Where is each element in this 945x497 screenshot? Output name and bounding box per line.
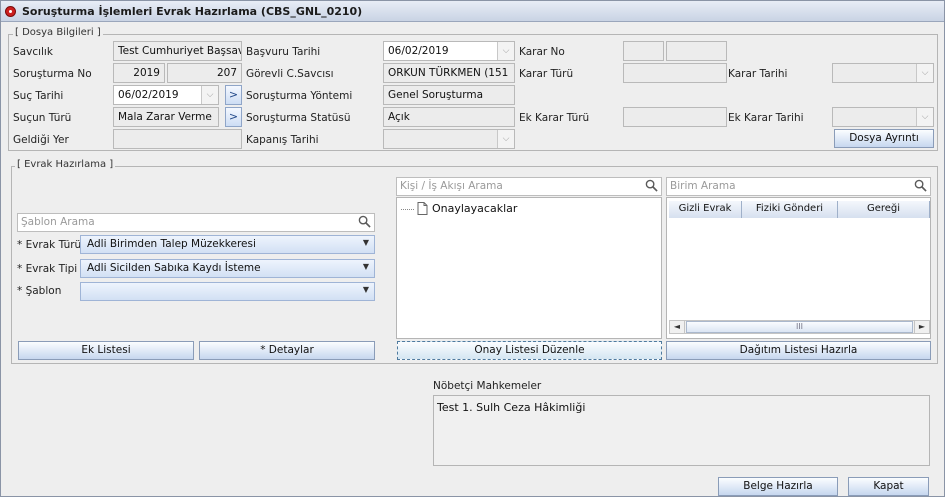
sucun-turu-field[interactable]: Mala Zarar Verme [113,107,219,127]
onay-tree-panel[interactable]: Onaylayacaklar [396,197,662,339]
sucun-turu-label: Suçun Türü [13,112,72,124]
sablon-combo[interactable]: ▼ [80,282,375,301]
ek-karar-tarihi-combo[interactable]: ⌵ [832,107,934,127]
ek-karar-turu-label: Ek Karar Türü [519,112,590,124]
tree-node-label: Onaylayacaklar [432,202,518,215]
belge-hazirla-button[interactable]: Belge Hazırla [718,477,838,496]
scroll-right-icon[interactable]: ► [914,321,929,333]
column-header-geregi[interactable]: Gereği [838,201,930,218]
onay-listesi-duzenle-button[interactable]: Onay Listesi Düzenle [397,341,662,360]
birim-arama-placeholder: Birim Arama [670,180,736,192]
chevron-down-icon[interactable]: ⌵ [497,42,514,60]
tree-connector [401,209,414,210]
sorusturma-yil-field[interactable]: 2019 [113,63,165,83]
chevron-down-icon[interactable]: ⌵ [497,130,514,148]
ek-karar-tarihi-label: Ek Karar Tarihi [728,112,804,124]
evrak-turu-label: * Evrak Türü [17,239,82,251]
dagitim-listesi-button[interactable]: Dağıtım Listesi Hazırla [666,341,931,360]
karar-no-label: Karar No [519,46,565,58]
sorusturma-no-field[interactable]: 207 [167,63,242,83]
sucun-turu-value: Mala Zarar Verme [118,111,212,123]
chevron-down-icon[interactable]: ▼ [363,285,369,294]
search-icon[interactable] [358,215,371,228]
basvuru-tarihi-combo[interactable]: 06/02/2019 ⌵ [383,41,515,61]
kisi-arama-placeholder: Kişi / İş Akışı Arama [400,180,503,192]
suc-tarihi-value: 06/02/2019 [118,89,179,101]
dosya-ayrinti-button[interactable]: Dosya Ayrıntı [834,129,934,148]
chevron-down-icon[interactable]: ⌵ [201,86,218,104]
ek-karar-turu-field[interactable] [623,107,727,127]
app-window: Soruşturma İşlemleri Evrak Hazırlama (CB… [0,0,945,497]
sorusturma-statusu-label: Soruşturma Statüsü [246,112,351,124]
karar-no-field-2[interactable] [666,41,727,61]
evrak-turu-value: Adli Birimden Talep Müzekkeresi [87,238,256,250]
suc-tarihi-label: Suç Tarihi [13,90,64,102]
sorusturma-yil-value: 2019 [133,67,160,79]
evrak-turu-combo[interactable]: Adli Birimden Talep Müzekkeresi ▼ [80,235,375,254]
horizontal-scrollbar[interactable]: ◄ III ► [669,320,930,334]
evrak-tipi-combo[interactable]: Adli Sicilden Sabıka Kaydı İsteme ▼ [80,259,375,278]
evrak-tipi-value: Adli Sicilden Sabıka Kaydı İsteme [87,262,261,274]
karar-tarihi-label: Karar Tarihi [728,68,788,80]
sablon-arama-placeholder: Şablon Arama [21,216,95,228]
sablon-label: * Şablon [17,285,62,297]
chevron-down-icon[interactable]: ⌵ [916,64,933,82]
chevron-down-icon[interactable]: ⌵ [916,108,933,126]
title-bar[interactable]: Soruşturma İşlemleri Evrak Hazırlama (CB… [1,1,944,22]
nobetci-label: Nöbetçi Mahkemeler [433,380,542,392]
karar-turu-field[interactable] [623,63,727,83]
birim-arama-input[interactable]: Birim Arama [666,177,931,196]
basvuru-tarihi-value: 06/02/2019 [388,45,449,57]
scroll-thumb[interactable]: III [686,321,913,333]
evrak-hazirlama-legend: [ Evrak Hazırlama ] [15,159,116,170]
window-title: Soruşturma İşlemleri Evrak Hazırlama (CB… [22,5,363,18]
search-icon[interactable] [645,179,658,192]
gorevli-savci-value: ORKUN TÜRKMEN (151 [388,67,509,79]
document-icon [417,202,428,215]
scroll-left-icon[interactable]: ◄ [670,321,685,333]
geldigi-yer-label: Geldiği Yer [13,134,69,146]
basvuru-tarihi-label: Başvuru Tarihi [246,46,321,58]
table-header: Gizli Evrak Fiziki Gönderi Gereği [669,201,930,218]
karar-no-field-1[interactable] [623,41,664,61]
savcilik-value: Test Cumhuriyet Başsavcılığı [118,45,242,57]
kapanis-tarihi-combo[interactable]: ⌵ [383,129,515,149]
sorusturma-yontemi-label: Soruşturma Yöntemi [246,90,353,102]
suc-tarihi-combo[interactable]: 06/02/2019 ⌵ [113,85,219,105]
sorusturma-yontemi-value: Genel Soruşturma [388,89,484,101]
sorusturma-statusu-value: Açık [388,111,410,123]
column-header-fiziki-gonderi[interactable]: Fiziki Gönderi [742,201,838,218]
chevron-down-icon[interactable]: ▼ [363,262,369,271]
list-item[interactable]: Test 1. Sulh Ceza Hâkimliği [437,401,585,414]
savcilik-label: Savcılık [13,46,53,58]
savcilik-field[interactable]: Test Cumhuriyet Başsavcılığı [113,41,242,61]
kapanis-tarihi-label: Kapanış Tarihi [246,134,319,146]
sorusturma-statusu-field[interactable]: Açık [383,107,515,127]
birim-table[interactable]: Gizli Evrak Fiziki Gönderi Gereği ◄ III … [666,197,931,339]
sorusturma-yontemi-field[interactable]: Genel Soruşturma [383,85,515,105]
gorevli-savci-label: Görevli C.Savcısı [246,68,334,80]
sorusturma-no-label: Soruşturma No [13,68,92,80]
kapat-button[interactable]: Kapat [848,477,929,496]
evrak-tipi-label: * Evrak Tipi [17,263,78,275]
dosya-bilgileri-legend: [ Dosya Bilgileri ] [13,27,103,38]
karar-tarihi-combo[interactable]: ⌵ [832,63,934,83]
nobetci-list[interactable]: Test 1. Sulh Ceza Hâkimliği [433,395,930,466]
sablon-arama-input[interactable]: Şablon Arama [17,213,375,232]
detaylar-button[interactable]: * Detaylar [199,341,375,360]
app-logo-icon [5,6,16,17]
kisi-arama-input[interactable]: Kişi / İş Akışı Arama [396,177,662,196]
sucun-turu-select-button[interactable]: > [225,107,242,127]
geldigi-yer-field[interactable] [113,129,242,149]
sorusturma-no-value: 207 [216,67,237,79]
karar-turu-label: Karar Türü [519,68,574,80]
suc-tarihi-select-button[interactable]: > [225,85,242,105]
column-header-gizli-evrak[interactable]: Gizli Evrak [669,201,742,218]
search-icon[interactable] [914,179,927,192]
ek-listesi-button[interactable]: Ek Listesi [18,341,194,360]
chevron-down-icon[interactable]: ▼ [363,238,369,247]
gorevli-savci-field[interactable]: ORKUN TÜRKMEN (151 [383,63,515,83]
